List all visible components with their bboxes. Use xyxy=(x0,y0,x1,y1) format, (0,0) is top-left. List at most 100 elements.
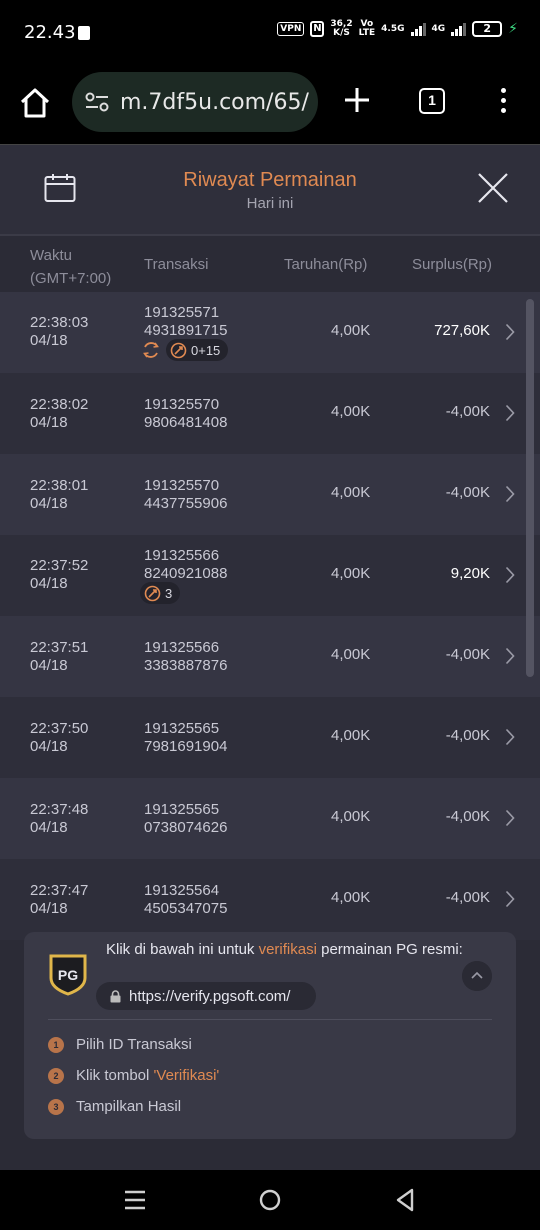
chevron-right-icon[interactable] xyxy=(505,566,515,584)
row-time: 22:37:50 04/18 xyxy=(30,720,88,756)
network-speed: 36,2 K/S xyxy=(330,20,352,38)
step-number: 1 xyxy=(48,1036,64,1053)
row-transaction-id: 191325570 9806481408 xyxy=(144,396,227,432)
system-nav-bar xyxy=(0,1170,540,1230)
table-row[interactable]: 22:38:03 04/18 191325571 4931891715 0+15 4,00… xyxy=(0,292,540,373)
row-badges: 3 xyxy=(140,582,181,604)
row-bet: 4,00K xyxy=(331,808,371,825)
chevron-right-icon[interactable] xyxy=(505,809,515,827)
verify-link[interactable]: verifikasi xyxy=(259,941,317,958)
step-2: 2 Klik tombol 'Verifikasi' xyxy=(48,1067,219,1084)
trx-id-part1: 191325571 xyxy=(144,304,220,321)
row-time: 22:37:47 04/18 xyxy=(30,882,88,918)
row-transaction-id: 191325570 4437755906 xyxy=(144,477,227,513)
table-header: Waktu (GMT+7:00) Transaksi Taruhan(Rp) Su… xyxy=(0,234,540,292)
trx-id-part1: 191325566 xyxy=(144,639,220,656)
chevron-right-icon[interactable] xyxy=(505,890,515,908)
divider xyxy=(48,1019,492,1020)
row-time: 22:37:51 04/18 xyxy=(30,639,88,675)
row-time-value: 22:37:51 xyxy=(30,639,89,656)
row-transaction-id: 191325566 8240921088 xyxy=(144,547,227,583)
row-time: 22:37:52 04/18 xyxy=(30,557,88,593)
table-row[interactable]: 22:38:01 04/18 191325570 4437755906 4,00K -4,… xyxy=(0,454,540,535)
collapse-chevron-up-icon[interactable] xyxy=(462,961,492,991)
site-settings-icon[interactable] xyxy=(84,89,110,115)
row-surplus: -4,00K xyxy=(445,727,490,744)
chevron-right-icon[interactable] xyxy=(505,728,515,746)
verify-instruction: Klik di bawah ini untuk verifikasi perma… xyxy=(106,940,466,959)
header-bet: Taruhan(Rp) xyxy=(284,256,368,273)
row-surplus: -4,00K xyxy=(445,403,490,420)
table-row[interactable]: 22:37:51 04/18 191325566 3383887876 4,00K -4,… xyxy=(0,616,540,697)
header-time-label: Waktu xyxy=(30,247,72,264)
free-spin-badge: 0+15 xyxy=(166,339,229,361)
free-spin-icon xyxy=(144,585,161,601)
recent-apps-icon[interactable] xyxy=(124,1190,146,1210)
trx-id-part1: 191325565 xyxy=(144,801,220,818)
row-surplus: -4,00K xyxy=(445,646,490,663)
trx-id-part2: 4505347075 xyxy=(144,900,228,917)
row-surplus: -4,00K xyxy=(445,808,490,825)
nfc-icon: N xyxy=(310,21,325,37)
row-date-value: 04/18 xyxy=(30,575,68,592)
sd-card-icon xyxy=(78,26,90,40)
status-icons: VPN N 36,2 K/S Vo LTE 4.5G 4G 2 ⚡ xyxy=(277,20,518,38)
close-icon[interactable] xyxy=(476,171,510,205)
home-icon[interactable] xyxy=(18,86,52,120)
table-row[interactable]: 22:37:52 04/18 191325566 8240921088 3 4,00K 9,… xyxy=(0,535,540,616)
pg-logo: PG xyxy=(49,954,87,996)
row-time: 22:38:03 04/18 xyxy=(30,314,88,350)
url-text[interactable]: m.7df5u.com/65/ xyxy=(120,90,309,115)
row-surplus: -4,00K xyxy=(445,889,490,906)
row-time-value: 22:38:02 xyxy=(30,396,89,413)
address-bar[interactable]: m.7df5u.com/65/ xyxy=(72,72,318,132)
table-row[interactable]: 22:37:47 04/18 191325564 4505347075 4,00K -4,… xyxy=(0,859,540,940)
row-transaction-id: 191325565 7981691904 xyxy=(144,720,227,756)
verify-url-link[interactable]: https://verify.pgsoft.com/ xyxy=(96,982,316,1010)
chevron-right-icon[interactable] xyxy=(505,485,515,503)
header-time: Waktu (GMT+7:00) xyxy=(30,244,111,290)
row-time-value: 22:38:03 xyxy=(30,314,89,331)
row-bet: 4,00K xyxy=(331,646,371,663)
trx-id-part2: 4437755906 xyxy=(144,495,228,512)
charging-icon: ⚡ xyxy=(508,21,518,37)
trx-id-part2: 3383887876 xyxy=(144,657,228,674)
signal-icon-1 xyxy=(410,22,426,36)
modal-header: Riwayat Permainan Hari ini xyxy=(0,144,540,234)
scrollbar[interactable] xyxy=(526,299,534,677)
vpn-icon: VPN xyxy=(277,22,305,36)
step-number: 3 xyxy=(48,1098,64,1115)
more-menu-icon[interactable] xyxy=(498,88,508,116)
step-text: Klik tombol xyxy=(76,1067,154,1084)
step-highlight: 'Verifikasi' xyxy=(153,1067,220,1084)
row-time-value: 22:38:01 xyxy=(30,477,89,494)
chevron-right-icon[interactable] xyxy=(505,404,515,422)
row-bet: 4,00K xyxy=(331,484,371,501)
trx-id-part1: 191325565 xyxy=(144,720,220,737)
chevron-right-icon[interactable] xyxy=(505,647,515,665)
row-bet: 4,00K xyxy=(331,727,371,744)
row-bet: 4,00K xyxy=(331,565,371,582)
row-time-value: 22:37:47 xyxy=(30,882,89,899)
table-row[interactable]: 22:37:48 04/18 191325565 0738074626 4,00K -4,… xyxy=(0,778,540,859)
tab-switcher-button[interactable]: 1 xyxy=(419,88,445,114)
lte-label: LTE xyxy=(358,28,376,38)
trx-id-part2: 9806481408 xyxy=(144,414,228,431)
free-spin-count: 0+15 xyxy=(191,342,221,358)
row-surplus: 727,60K xyxy=(434,322,490,339)
table-row[interactable]: 22:38:02 04/18 191325570 9806481408 4,00K -4,… xyxy=(0,373,540,454)
header-transaction: Transaksi xyxy=(144,256,209,273)
row-bet: 4,00K xyxy=(331,403,371,420)
row-date-value: 04/18 xyxy=(30,738,68,755)
new-tab-icon[interactable] xyxy=(341,84,373,116)
chevron-right-icon[interactable] xyxy=(505,323,515,341)
trx-id-part1: 191325570 xyxy=(144,477,220,494)
row-surplus: -4,00K xyxy=(445,484,490,501)
table-row[interactable]: 22:37:50 04/18 191325565 7981691904 4,00K -4,… xyxy=(0,697,540,778)
row-bet: 4,00K xyxy=(331,322,371,339)
verify-url-text[interactable]: https://verify.pgsoft.com/ xyxy=(129,988,290,1005)
back-icon[interactable] xyxy=(395,1188,415,1212)
row-transaction-id: 191325565 0738074626 xyxy=(144,801,227,837)
home-nav-icon[interactable] xyxy=(259,1189,281,1211)
row-date-value: 04/18 xyxy=(30,332,68,349)
